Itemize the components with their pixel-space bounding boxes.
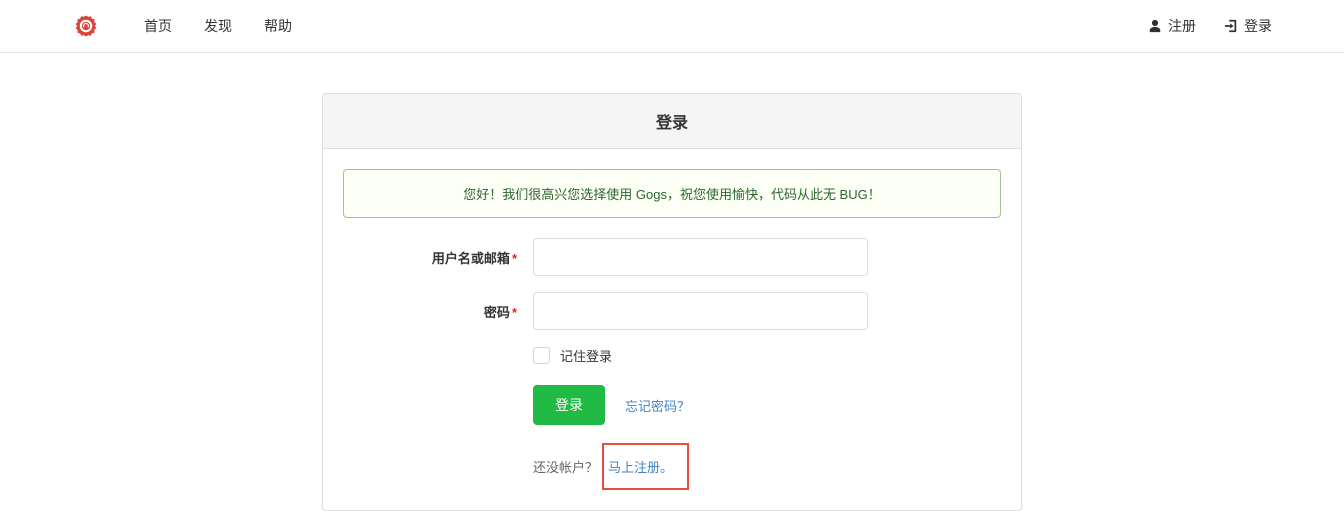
nav-login[interactable]: 登录 bbox=[1224, 16, 1272, 36]
highlight-annotation: 马上注册。 bbox=[602, 443, 689, 490]
nav-home[interactable]: 首页 bbox=[128, 16, 188, 36]
username-input[interactable] bbox=[533, 238, 868, 276]
top-nav: 首页 发现 帮助 注册 登录 bbox=[0, 0, 1344, 53]
panel-header: 登录 bbox=[323, 94, 1021, 149]
username-label: 用户名或邮箱 bbox=[343, 248, 533, 267]
remember-checkbox[interactable] bbox=[533, 347, 550, 364]
forgot-password-link[interactable]: 忘记密码？ bbox=[625, 396, 690, 415]
no-account-text: 还没帐户？ bbox=[533, 457, 598, 476]
nav-explore[interactable]: 发现 bbox=[188, 16, 248, 36]
signin-icon bbox=[1224, 19, 1238, 33]
welcome-message: 您好！我们很高兴您选择使用 Gogs，祝您使用愉快，代码从此无 BUG！ bbox=[343, 169, 1001, 218]
signup-link[interactable]: 马上注册。 bbox=[608, 460, 673, 475]
user-icon bbox=[1148, 19, 1162, 33]
nav-register[interactable]: 注册 bbox=[1148, 16, 1196, 36]
gogs-logo-icon bbox=[73, 13, 99, 39]
password-input[interactable] bbox=[533, 292, 868, 330]
panel-title: 登录 bbox=[343, 109, 1001, 133]
login-button[interactable]: 登录 bbox=[533, 385, 605, 425]
remember-label: 记住登录 bbox=[560, 346, 612, 365]
logo[interactable] bbox=[72, 12, 100, 40]
password-label: 密码 bbox=[343, 302, 533, 321]
nav-help[interactable]: 帮助 bbox=[248, 16, 308, 36]
nav-login-label: 登录 bbox=[1244, 16, 1272, 36]
nav-register-label: 注册 bbox=[1168, 16, 1196, 36]
login-panel: 登录 您好！我们很高兴您选择使用 Gogs，祝您使用愉快，代码从此无 BUG！ … bbox=[322, 93, 1022, 511]
